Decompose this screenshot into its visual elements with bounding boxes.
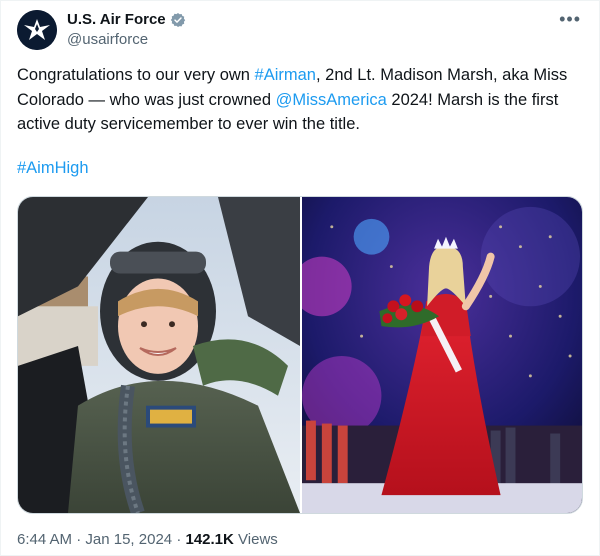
- meta-separator: ·: [176, 531, 182, 548]
- verified-badge-icon: [170, 12, 185, 27]
- media-grid: [17, 196, 583, 514]
- air-force-emblem-icon: [17, 10, 57, 50]
- avatar[interactable]: [17, 10, 57, 50]
- tweet-time[interactable]: 6:44 AM: [17, 531, 72, 548]
- photo-miss-america[interactable]: [302, 197, 582, 513]
- pilot-photo-image: [18, 197, 300, 513]
- photo-pilot[interactable]: [18, 197, 300, 513]
- more-options-icon[interactable]: •••: [559, 9, 581, 30]
- meta-separator: ·: [76, 531, 82, 548]
- tweet-card: U.S. Air Force @usairforce ••• Congratul…: [0, 0, 600, 556]
- hashtag-aimhigh-link[interactable]: #AimHigh: [17, 159, 89, 178]
- tweet-text-part: Congratulations to our very own: [17, 66, 255, 84]
- display-name[interactable]: U.S. Air Force: [67, 11, 166, 28]
- hashtag-airman-link[interactable]: #Airman: [255, 66, 316, 84]
- tweet-meta: 6:44 AM · Jan 15, 2024 · 142.1K Views: [17, 531, 278, 548]
- views-count: 142.1K: [185, 531, 234, 548]
- mention-missamerica-link[interactable]: @MissAmerica: [276, 91, 387, 109]
- views-label: Views: [238, 531, 278, 548]
- miss-america-photo-image: [302, 197, 582, 513]
- tweet-date[interactable]: Jan 15, 2024: [85, 531, 172, 548]
- account-name-row: U.S. Air Force: [67, 11, 186, 28]
- account-handle[interactable]: @usairforce: [67, 31, 148, 48]
- tweet-text: Congratulations to our very own #Airman,…: [17, 63, 583, 137]
